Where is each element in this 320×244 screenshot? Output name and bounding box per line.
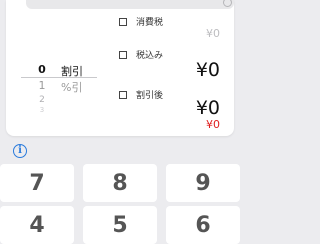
tax-label: 消費税 [136, 18, 164, 28]
tax-included-toggle[interactable]: 税込み [119, 48, 163, 61]
key-5[interactable]: 5 [83, 206, 157, 244]
tax-included-label: 税込み [136, 51, 164, 61]
price-input-field[interactable] [26, 0, 234, 9]
picker-divider [21, 77, 97, 78]
tax-toggle[interactable]: 消費税 [119, 15, 163, 28]
discount-picker[interactable]: 0 割引 1 %引 2 3 [21, 58, 97, 122]
calculator-app: 0 割引 1 %引 2 3 消費税 ¥0 税込み ¥0 割引後 ¥0 ¥0 i … [0, 0, 240, 244]
after-discount-toggle[interactable]: 割引後 [119, 88, 163, 101]
tax-included-amount: ¥0 [195, 59, 220, 81]
result-card: 0 割引 1 %引 2 3 消費税 ¥0 税込み ¥0 割引後 ¥0 ¥0 [6, 0, 234, 136]
key-9[interactable]: 9 [166, 164, 240, 202]
tax-amount: ¥0 [206, 27, 220, 40]
picker-unit: %引 [61, 81, 83, 94]
picker-number: 0 [38, 63, 46, 76]
tax-checkbox[interactable] [119, 17, 127, 26]
key-8[interactable]: 8 [83, 164, 157, 202]
discount-difference: ¥0 [206, 118, 220, 131]
clear-icon[interactable] [223, 0, 232, 7]
key-4[interactable]: 4 [0, 206, 74, 244]
picker-number: 1 [38, 79, 46, 92]
picker-number: 3 [39, 106, 45, 114]
picker-number: 2 [39, 95, 45, 105]
after-discount-label: 割引後 [136, 91, 164, 101]
tax-included-checkbox[interactable] [119, 50, 127, 59]
after-discount-amount: ¥0 [195, 97, 220, 119]
info-icon[interactable]: i [13, 144, 27, 158]
key-7[interactable]: 7 [0, 164, 74, 202]
number-keypad: 7 8 9 4 5 6 [0, 164, 240, 244]
after-discount-checkbox[interactable] [119, 90, 127, 99]
key-6[interactable]: 6 [166, 206, 240, 244]
